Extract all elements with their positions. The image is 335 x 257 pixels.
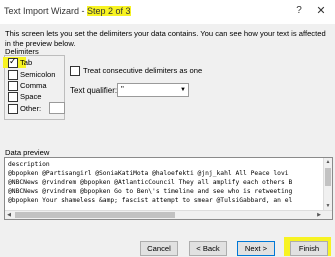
horizontal-scrollbar[interactable]: ◀ ▶	[5, 210, 332, 219]
preview-line: @NBCNews @rvindrem @bpopken @AtlanticCou…	[8, 179, 293, 186]
other-delimiter-input[interactable]	[49, 102, 65, 114]
consecutive-delimiters-label: Treat consecutive delimiters as one	[83, 66, 203, 75]
vertical-scroll-thumb[interactable]	[325, 168, 331, 186]
comma-checkbox[interactable]	[8, 81, 18, 91]
semicolon-label: Semicolon	[20, 70, 56, 79]
space-label: Space	[20, 92, 42, 101]
next-button[interactable]: Next >	[237, 241, 275, 256]
vertical-scrollbar[interactable]: ▲ ▼	[323, 158, 332, 210]
tab-checkbox[interactable]: ✓	[8, 56, 18, 68]
close-icon[interactable]: ✕	[312, 3, 330, 19]
finish-button[interactable]: Finish	[290, 241, 328, 256]
chevron-down-icon: ▼	[180, 87, 186, 93]
scroll-left-icon[interactable]: ◀	[5, 211, 13, 219]
title-prefix: Text Import Wizard -	[4, 6, 88, 16]
title-step-highlight: Step 2 of 3	[87, 6, 131, 16]
text-qualifier-value: "	[121, 85, 124, 94]
title-bar: Text Import Wizard - Step 2 of 3 ? ✕	[0, 0, 335, 24]
semicolon-checkbox[interactable]	[8, 70, 18, 80]
data-preview-label: Data preview	[5, 148, 50, 157]
text-qualifier-label: Text qualifier:	[70, 86, 118, 95]
consecutive-delimiters-checkbox[interactable]	[70, 66, 80, 76]
checkmark-icon: ✓	[9, 56, 17, 66]
delimiters-group: ✓ Tab Semicolon Comma Space Other:	[3, 55, 65, 120]
other-checkbox[interactable]	[8, 104, 18, 114]
help-icon[interactable]: ?	[293, 5, 305, 17]
other-label: Other:	[20, 104, 42, 113]
tab-label: Tab	[20, 58, 33, 67]
data-preview-pane[interactable]: description @bpopken @Partisangirl @Soni…	[4, 157, 333, 220]
scroll-right-icon[interactable]: ▶	[315, 211, 323, 219]
window-title: Text Import Wizard - Step 2 of 3	[4, 6, 131, 16]
preview-line: @bpopken @Partisangirl @SoniaKatiMota @h…	[8, 170, 289, 177]
intro-text: This screen lets you set the delimiters …	[5, 29, 326, 48]
comma-label: Comma	[20, 81, 47, 90]
scroll-up-icon[interactable]: ▲	[324, 158, 332, 166]
space-checkbox[interactable]	[8, 92, 18, 102]
preview-line: @bpopken Your shameless &amp; fascist at…	[8, 197, 293, 204]
cancel-button[interactable]: Cancel	[140, 241, 178, 256]
scroll-down-icon[interactable]: ▼	[324, 202, 332, 210]
text-qualifier-select[interactable]: " ▼	[117, 83, 189, 97]
back-button[interactable]: < Back	[189, 241, 227, 256]
preview-line: @NBCNews @rvindrem @bpopken Go to Ben\'s…	[8, 188, 293, 195]
preview-line: description	[8, 161, 50, 168]
horizontal-scroll-thumb[interactable]	[15, 212, 175, 218]
